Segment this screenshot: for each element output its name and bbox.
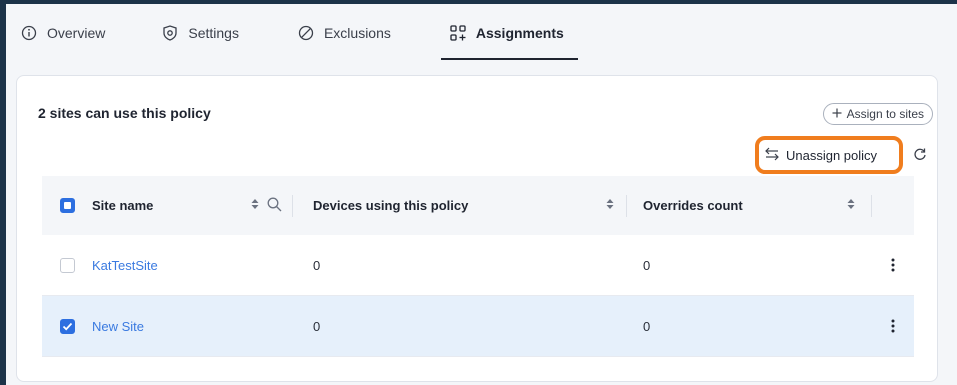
sites-table: Site name Devices using this policy Over… [42,176,914,357]
overrides-cell: 0 [627,319,872,334]
site-name-controls [251,197,282,215]
assign-to-sites-label: Assign to sites [846,107,924,121]
swap-arrows-icon [764,147,780,164]
col-site-name[interactable]: Site name [92,194,293,217]
tab-exclusions[interactable]: Exclusions [297,4,391,62]
devices-cell: 0 [293,258,627,273]
assign-to-sites-button[interactable]: Assign to sites [822,103,933,125]
row-checkbox[interactable] [59,257,75,273]
site-name-cell: New Site [92,319,293,334]
col-overrides[interactable]: Overrides count [627,194,872,217]
tab-overview-label: Overview [47,25,106,41]
card-title: 2 sites can use this policy [38,105,211,121]
tab-overview[interactable]: Overview [20,4,105,62]
overrides-value: 0 [643,318,651,334]
unassign-policy-label: Unassign policy [786,147,878,163]
col-overrides-label: Overrides count [643,198,743,213]
site-link[interactable]: KatTestSite [92,258,158,273]
actions-cell [872,316,914,336]
col-site-name-label: Site name [92,198,154,213]
tab-bar: Overview Settings Exclusions Assignments [6,4,957,62]
checkmark-icon [62,322,72,330]
devices-value: 0 [313,318,321,334]
table-header: Site name Devices using this policy Over… [42,176,914,235]
overrides-cell: 0 [627,258,872,273]
search-icon[interactable] [267,197,282,215]
unassign-policy-button[interactable]: Unassign policy [764,143,877,167]
select-all-cell [42,198,92,213]
devices-value: 0 [313,257,321,273]
tab-exclusions-label: Exclusions [323,25,391,41]
assignments-card: 2 sites can use this policy Assign to si… [16,75,938,382]
unassign-highlight: Unassign policy [755,136,903,174]
more-vertical-icon[interactable] [885,255,901,275]
refresh-icon[interactable] [910,144,930,164]
assignments-icon [449,24,467,42]
col-devices[interactable]: Devices using this policy [293,194,627,217]
site-name-cell: KatTestSite [92,258,293,273]
tab-assignments-label: Assignments [475,25,564,41]
row-checkbox-cell [42,318,92,334]
table-row[interactable]: New Site 0 0 [42,296,914,357]
col-devices-label: Devices using this policy [313,198,469,213]
info-icon [20,24,38,42]
overrides-value: 0 [643,257,651,273]
ban-icon [297,24,315,42]
devices-cell: 0 [293,319,627,334]
site-link[interactable]: New Site [92,319,144,334]
row-checkbox-cell [42,257,92,273]
policy-page: Overview Settings Exclusions Assignments… [6,4,957,385]
tab-settings[interactable]: Settings [161,4,239,62]
actions-cell [872,255,914,275]
plus-icon [832,107,842,121]
settings-icon [161,24,179,42]
select-all-checkbox[interactable] [59,198,75,213]
sort-icon[interactable] [847,198,855,213]
more-vertical-icon[interactable] [885,316,901,336]
row-checkbox[interactable] [59,318,75,334]
tab-assignments[interactable]: Assignments [440,4,578,62]
sort-icon[interactable] [251,198,259,213]
tab-settings-label: Settings [188,25,239,41]
sort-icon[interactable] [606,198,614,213]
table-row[interactable]: KatTestSite 0 0 [42,235,914,296]
